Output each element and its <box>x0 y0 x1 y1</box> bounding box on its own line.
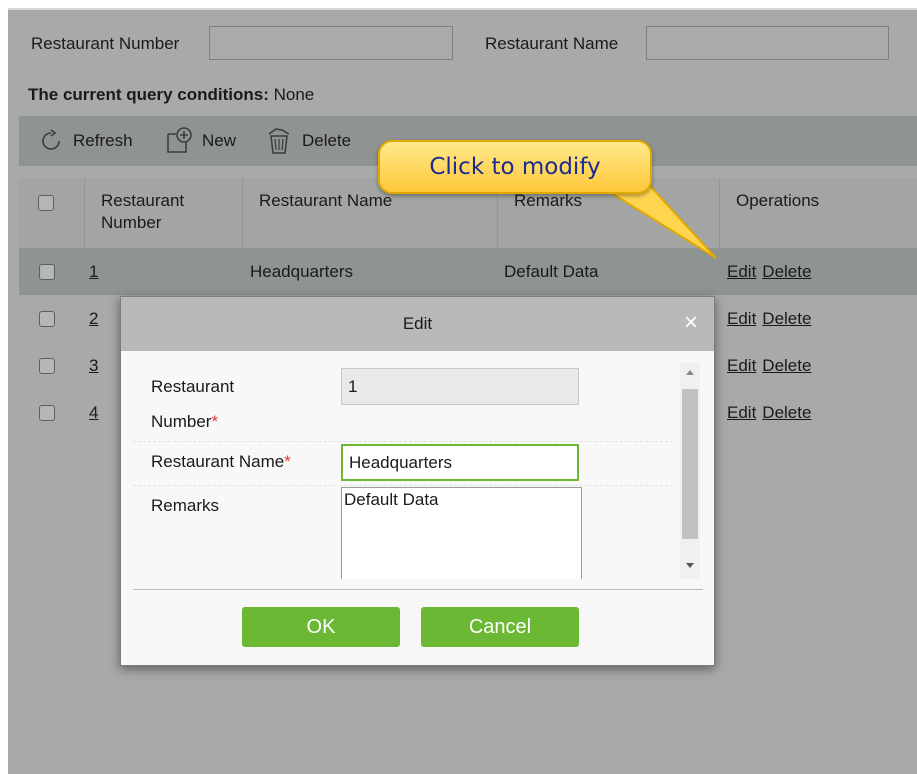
restaurant-number-label-line1: Restaurant <box>151 377 235 396</box>
dialog-form: Restaurant Number* Restaurant Name* Rema… <box>133 363 703 579</box>
restaurant-number-label-line2: Number <box>151 412 212 431</box>
remarks-label: Remarks <box>151 496 220 515</box>
dialog-scrollbar[interactable] <box>680 363 700 579</box>
dialog-title: Edit <box>402 314 433 333</box>
form-row-name: Restaurant Name* <box>133 441 673 486</box>
required-mark: * <box>284 452 291 471</box>
form-row-number: Restaurant Number* <box>133 363 673 442</box>
restaurant-name-label-text: Restaurant Name <box>151 452 285 471</box>
scroll-thumb[interactable] <box>682 389 698 539</box>
dialog-footer-divider <box>133 589 703 590</box>
restaurant-number-field[interactable] <box>341 368 579 405</box>
required-mark: * <box>211 412 219 431</box>
restaurant-number-label: Restaurant Number* <box>151 369 234 439</box>
scroll-up-icon[interactable] <box>686 370 694 375</box>
restaurant-name-label: Restaurant Name* <box>151 445 291 479</box>
cancel-button[interactable]: Cancel <box>421 607 579 647</box>
ok-button[interactable]: OK <box>242 607 400 647</box>
scroll-down-icon[interactable] <box>686 563 694 568</box>
restaurant-name-field[interactable] <box>341 444 579 481</box>
click-to-modify-callout: Click to modify <box>378 140 652 194</box>
remarks-field[interactable]: Default Data <box>341 487 582 579</box>
form-row-remarks: Remarks Default Data <box>133 485 673 579</box>
edit-dialog: Edit × Restaurant Number* Restaurant Nam… <box>120 296 715 666</box>
close-icon[interactable]: × <box>684 311 698 335</box>
scrollbar-graphic <box>682 370 698 568</box>
